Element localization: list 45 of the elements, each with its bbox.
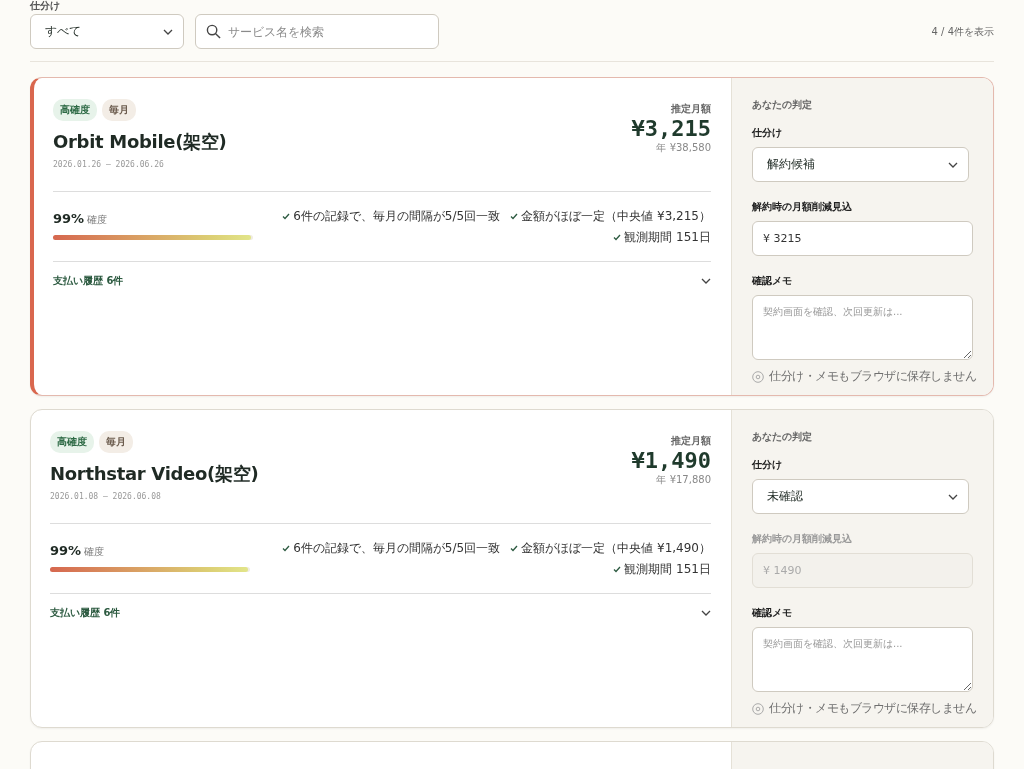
field-label: 確認メモ: [752, 274, 793, 288]
field-label: 仕分け: [752, 126, 783, 140]
payment-history-toggle[interactable]: 支払い履歴 6件: [50, 594, 711, 632]
reason-text: 6件の記録で、毎月の間隔が5/5回一致: [293, 540, 501, 557]
memo-field[interactable]: 契約画面を確認、次回更新は...: [752, 627, 973, 692]
reason-text: 金額がほぼ一定（中央値 ¥3,215）: [521, 208, 711, 225]
monthly-amount: ¥3,215: [631, 116, 711, 141]
panel-title: あなたの判定: [752, 430, 813, 444]
service-name: Orbit Mobile(架空): [53, 130, 227, 154]
savings-field[interactable]: ¥ 3215: [752, 221, 973, 256]
decision-select[interactable]: 解約候補: [752, 147, 969, 182]
result-count: 4 / 4件を表示: [931, 24, 994, 39]
confidence-label: 確度: [87, 214, 108, 225]
field-label: 確認メモ: [752, 606, 793, 620]
tag: 毎月: [99, 431, 133, 453]
reason-text: 金額がほぼ一定（中央値 ¥1,490）: [521, 540, 711, 557]
amount-label: 推定月額: [671, 434, 711, 448]
search-field[interactable]: サービス名を検索: [195, 14, 439, 49]
field-label: 解約時の月額削減見込: [752, 532, 853, 546]
reason-text: 6件の記録で、毎月の間隔が5/5回一致: [293, 208, 501, 225]
filter-select[interactable]: すべて: [30, 14, 184, 49]
yearly-amount: 年 ¥17,880: [656, 473, 711, 487]
memo-field[interactable]: 契約画面を確認、次回更新は...: [752, 295, 973, 360]
payment-history-toggle[interactable]: 支払い履歴 6件: [53, 262, 711, 300]
reason-text: 観測期間 151日: [624, 229, 711, 246]
field-label: 仕分け: [752, 458, 783, 472]
monthly-amount: ¥1,490: [631, 448, 711, 473]
confidence-value: 99%: [50, 543, 82, 558]
panel-title: あなたの判定: [752, 98, 813, 112]
privacy-note: 仕分け・メモもブラウザに保存しません: [769, 368, 976, 385]
date-range: 2026.01.08 – 2026.06.08: [50, 492, 162, 501]
tag: 高確度: [53, 99, 97, 121]
confidence-label: 確度: [84, 546, 105, 557]
amount-label: 推定月額: [671, 102, 711, 116]
filter-label: 仕分け: [30, 0, 61, 12]
field-label: 解約時の月額削減見込: [752, 200, 853, 214]
date-range: 2026.01.26 – 2026.06.26: [53, 160, 165, 169]
privacy-note: 仕分け・メモもブラウザに保存しません: [769, 700, 976, 717]
tag: 高確度: [50, 431, 94, 453]
reason-text: 観測期間 151日: [624, 561, 711, 578]
decision-select[interactable]: 未確認: [752, 479, 969, 514]
confidence-value: 99%: [53, 211, 85, 226]
tag: 毎月: [102, 99, 136, 121]
yearly-amount: 年 ¥38,580: [656, 141, 711, 155]
service-name: Northstar Video(架空): [50, 462, 259, 486]
